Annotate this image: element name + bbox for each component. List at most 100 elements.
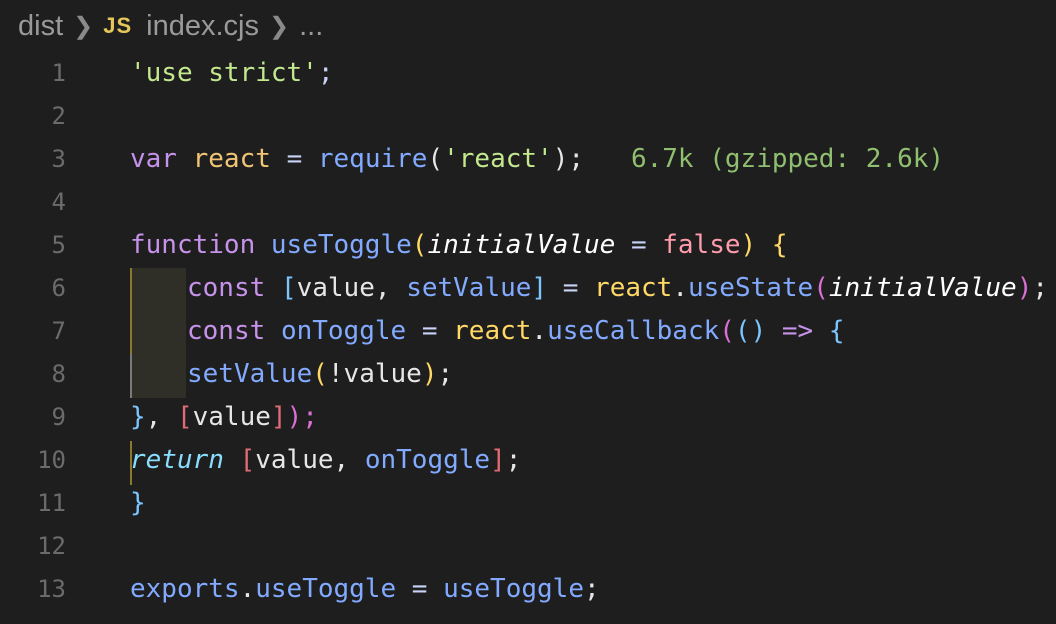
code-line[interactable]: 1 'use strict'; [0, 52, 1056, 95]
operator-token: = [562, 273, 579, 303]
line-number: 10 [37, 446, 66, 474]
line-number: 4 [51, 188, 66, 216]
keyword-token: return [130, 445, 224, 475]
breadcrumb-more[interactable]: ... [299, 10, 323, 43]
bracket-token: ( [312, 359, 328, 389]
function-token: onToggle [280, 316, 407, 346]
code-line[interactable]: 13 exports.useToggle = useToggle; [0, 568, 1056, 611]
keyword-token: var [130, 144, 177, 174]
variable-token: value [343, 359, 422, 389]
code-text: setValue(!value); [187, 353, 453, 396]
bracket-token: [ [176, 402, 193, 432]
punctuation-token: . [672, 273, 688, 303]
chevron-right-icon: ❯ [269, 12, 290, 40]
bracket-token: { [771, 230, 788, 260]
punctuation-token: ; [1032, 273, 1049, 303]
punctuation-token: , [374, 273, 391, 303]
code-text: 'use strict'; [130, 52, 334, 95]
code-line[interactable]: 9 }, [value]); [0, 396, 1056, 439]
bracket-token: ( [411, 230, 428, 260]
bracket-token: ( [719, 316, 735, 346]
code-line[interactable]: 4 [0, 181, 1056, 224]
code-line[interactable]: 7 const onToggle = react.useCallback(() … [0, 310, 1056, 353]
variable-token: value [192, 402, 271, 432]
breadcrumb-folder-dist[interactable]: dist [18, 10, 63, 43]
code-line[interactable]: 10 return [value, onToggle]; [0, 439, 1056, 482]
breadcrumb-file-index[interactable]: index.cjs [146, 10, 259, 43]
code-text: }, [value]); [130, 396, 318, 439]
code-line[interactable]: 12 [0, 525, 1056, 568]
punctuation-token: ( [427, 144, 444, 174]
function-token: require [317, 144, 428, 174]
bracket-token: } [130, 402, 146, 432]
function-token: setValue [406, 273, 532, 303]
code-line[interactable]: 2 [0, 95, 1056, 138]
operator-token: ! [327, 359, 344, 389]
variable-token: value [255, 445, 334, 475]
string-token: 'react' [443, 144, 553, 174]
function-token: useState [687, 273, 814, 303]
punctuation-token: . [239, 574, 256, 604]
object-token: exports [130, 574, 240, 604]
line-number: 3 [51, 145, 66, 173]
punctuation-token: ; [505, 445, 522, 475]
javascript-file-icon: JS [103, 13, 133, 38]
punctuation-token: , [145, 402, 162, 432]
line-number: 13 [37, 575, 66, 603]
function-token: useToggle [270, 230, 412, 260]
punctuation-token: ; [437, 359, 454, 389]
function-token: useCallback [547, 316, 720, 346]
keyword-token: function [130, 230, 256, 260]
code-line[interactable]: 3 var react = require('react'); 6.7k (gz… [0, 138, 1056, 181]
punctuation-token: ); [552, 144, 584, 174]
bracket-token: ] [490, 445, 506, 475]
string-token: 'use strict' [130, 58, 318, 88]
code-line[interactable]: 6 const [value, setValue] = react.useSta… [0, 267, 1056, 310]
bracket-token: [ [239, 445, 256, 475]
punctuation-token: ; [583, 574, 600, 604]
bracket-token: () [734, 316, 767, 346]
bracket-token: ) [740, 230, 757, 260]
operator-token: = [630, 230, 647, 260]
bracket-token: ) [421, 359, 438, 389]
line-number: 1 [51, 59, 66, 87]
operator-token: = [421, 316, 438, 346]
bracket-token: } [130, 488, 146, 518]
function-token: setValue [187, 359, 313, 389]
line-number: 2 [51, 102, 66, 130]
line-number: 6 [51, 274, 66, 302]
parameter-token: initialValue [828, 273, 1017, 303]
bracket-token: { [828, 316, 845, 346]
bracket-token: ] [270, 402, 287, 432]
operator-token: = [411, 574, 428, 604]
variable-token: value [296, 273, 375, 303]
bracket-token: [ [280, 273, 297, 303]
function-token: onToggle [364, 445, 491, 475]
parameter-token: initialValue [427, 230, 616, 260]
object-token: react [453, 316, 532, 346]
code-text: return [value, onToggle]; [130, 439, 521, 482]
punctuation-token: , [333, 445, 350, 475]
code-line[interactable]: 8 setValue(!value); [0, 353, 1056, 396]
line-number: 7 [51, 317, 66, 345]
import-cost-hint: 6.7k (gzipped: 2.6k) [630, 144, 945, 174]
variable-token: react [192, 144, 271, 174]
code-editor[interactable]: 1 'use strict'; 2 3 var react = require(… [0, 52, 1056, 624]
bracket-token: ( [813, 273, 829, 303]
code-line[interactable]: 11 } [0, 482, 1056, 525]
code-line[interactable]: 5 function useToggle(initialValue = fals… [0, 224, 1056, 267]
line-number: 5 [51, 231, 66, 259]
code-text: const onToggle = react.useCallback(() =>… [187, 310, 845, 353]
code-text: exports.useToggle = useToggle; [130, 568, 600, 611]
code-text: var react = require('react'); 6.7k (gzip… [130, 138, 944, 181]
breadcrumb: dist ❯ JS index.cjs ❯ ... [18, 6, 323, 46]
code-text: function useToggle(initialValue = false)… [130, 224, 788, 267]
property-token: useToggle [255, 574, 397, 604]
code-text: } [130, 482, 146, 525]
punctuation-token: ; [317, 58, 334, 88]
line-number: 11 [37, 489, 66, 517]
bracket-token: ) [1016, 273, 1033, 303]
arrow-token: => [781, 316, 814, 346]
line-number: 9 [51, 403, 66, 431]
code-text: const [value, setValue] = react.useState… [187, 267, 1048, 310]
